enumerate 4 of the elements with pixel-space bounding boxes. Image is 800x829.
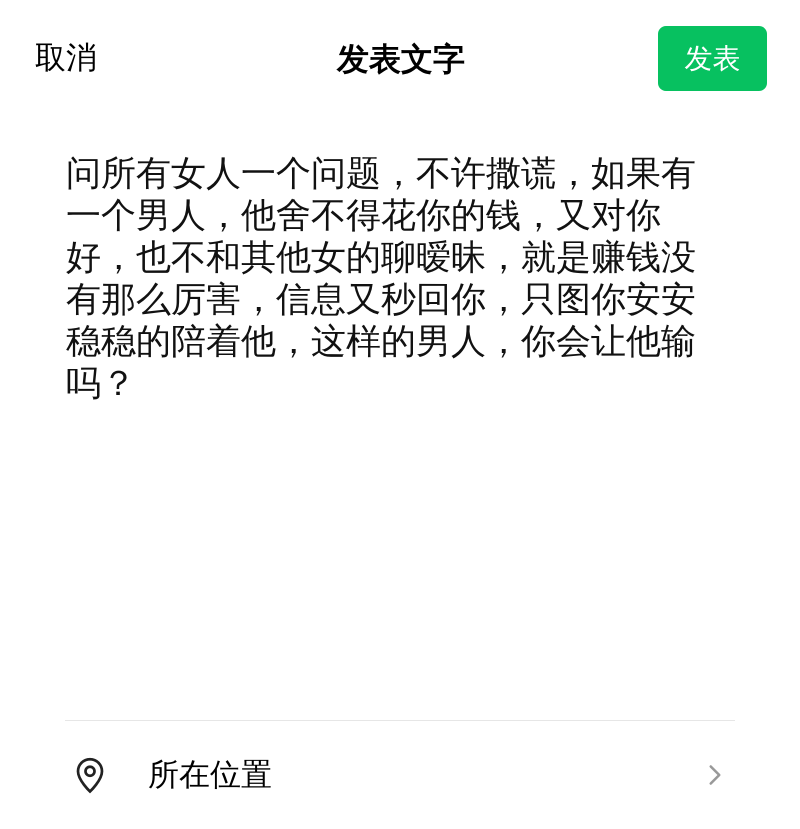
page-title: 发表文字	[337, 38, 465, 80]
cancel-button[interactable]: 取消	[35, 35, 155, 82]
location-label[interactable]: 所在位置	[148, 752, 698, 798]
post-text-field[interactable]: 问所有女人一个问题，不许撒谎，如果有一个男人，他舍不得花你的钱，又对你好，也不和其他女的聊暧昧，就是赚钱没有那么厉害，信息又秒回你，只图你安安稳稳的陪着他，这样的男人，你会让他输吗？	[66, 153, 708, 405]
